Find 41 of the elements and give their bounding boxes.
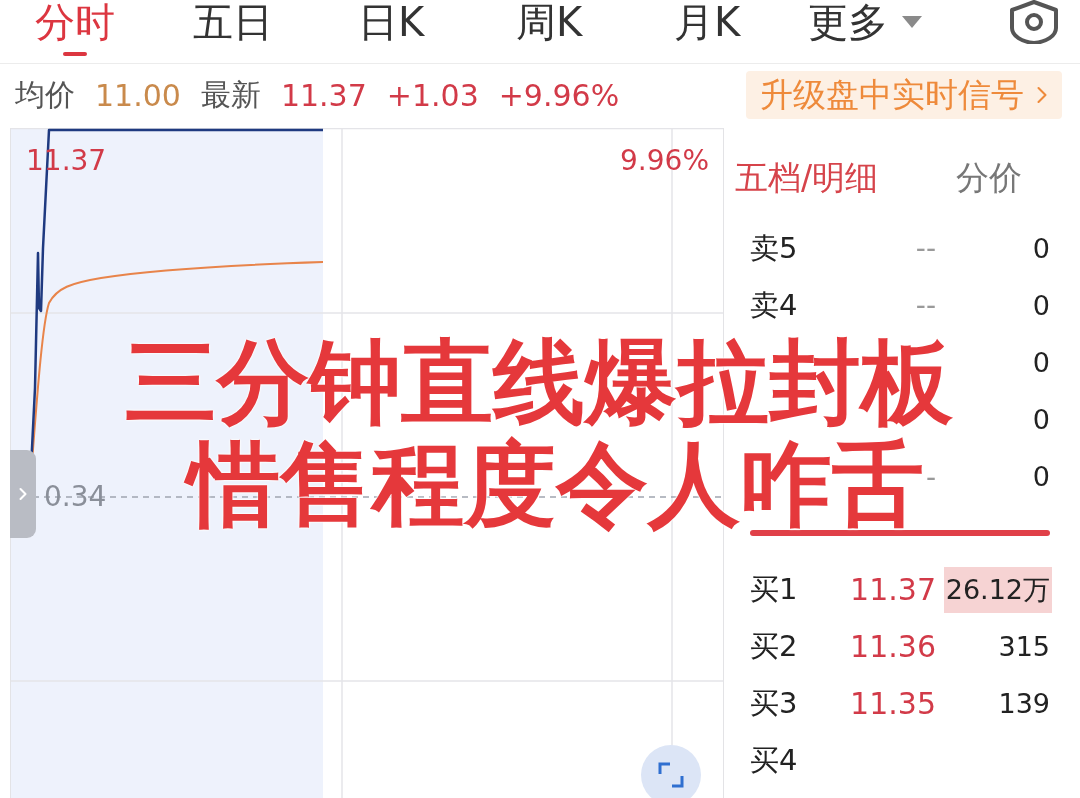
- order-volume: 0: [1031, 403, 1051, 438]
- chart-tab[interactable]: 分时: [35, 0, 115, 58]
- chart-tab[interactable]: 更多: [808, 0, 922, 58]
- price-change: +1.03: [386, 77, 479, 113]
- average-price-label: 均价: [15, 75, 75, 114]
- average-price-value: 11.00: [95, 77, 181, 113]
- expand-handle[interactable]: [10, 450, 36, 538]
- corner-brackets-icon: [658, 762, 684, 788]
- order-book-tab[interactable]: 五档/明细: [735, 158, 879, 198]
- order-price: 11.35: [850, 686, 936, 722]
- latest-price-label: 最新: [200, 75, 261, 114]
- caption-text: 三分钟直线爆拉封板: [125, 332, 953, 434]
- order-price: 11.36: [850, 629, 936, 665]
- order-volume: 0: [1031, 231, 1051, 266]
- order-level-label: 卖5: [750, 229, 799, 267]
- order-price: 11.37: [850, 572, 936, 608]
- order-volume: 315: [997, 629, 1051, 664]
- order-volume: 0: [1031, 288, 1051, 323]
- chart-tab[interactable]: 日K: [357, 0, 425, 58]
- order-volume: 26.12万: [944, 566, 1052, 613]
- order-level-label: 买2: [750, 627, 799, 665]
- chart-tab[interactable]: 五日: [193, 0, 273, 58]
- order-price: -: [925, 460, 936, 494]
- chart-axis-label: 9.96%: [620, 145, 709, 177]
- order-volume: 0: [1031, 345, 1051, 380]
- latest-price-value: 11.37: [280, 77, 367, 113]
- order-level-label: 买3: [750, 684, 799, 722]
- order-price: --: [915, 289, 936, 323]
- order-level-label: 买1: [750, 570, 799, 608]
- fullscreen-button[interactable]: [641, 745, 701, 798]
- chart-tab[interactable]: 月K: [673, 0, 741, 58]
- order-volume: 139: [997, 686, 1051, 721]
- order-level-label: 卖4: [750, 286, 799, 324]
- order-price: --: [915, 232, 936, 266]
- order-book-tab[interactable]: 分价: [956, 158, 1022, 198]
- order-volume: 0: [1031, 460, 1051, 495]
- shield-icon[interactable]: [1008, 0, 1060, 44]
- order-level-label: 买4: [750, 742, 799, 780]
- percent-change: +9.96%: [498, 77, 620, 113]
- chart-tab[interactable]: 周K: [515, 0, 583, 58]
- chart-axis-label: 0.34: [44, 481, 107, 513]
